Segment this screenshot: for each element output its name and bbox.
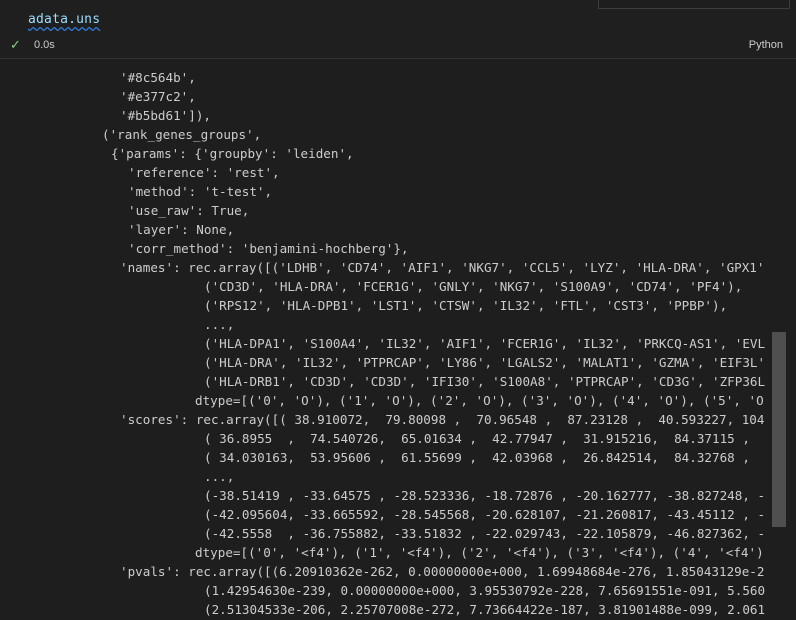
output-line: ('HLA-DPA1', 'S100A4', 'IL32', 'AIF1', '… [204, 336, 766, 351]
output-line: dtype=[('0', 'O'), ('1', 'O'), ('2', 'O'… [195, 393, 764, 408]
output-line: (-42.5558 , -36.755882, -33.51832 , -22.… [204, 526, 766, 541]
output-line: 'corr_method': 'benjamini-hochberg'}, [128, 241, 409, 256]
output-line: ..., [204, 317, 235, 332]
output-line: (-38.51419 , -33.64575 , -28.523336, -18… [204, 488, 766, 503]
output-line: ('CD3D', 'HLA-DRA', 'FCER1G', 'GNLY', 'N… [204, 279, 743, 294]
output-line: 'reference': 'rest', [128, 165, 280, 180]
output-line: ( 36.8955 , 74.540726, 65.01634 , 42.779… [204, 431, 750, 446]
cell-output[interactable]: '#8c564b', '#e377c2', '#b5bd61']), ('ran… [0, 66, 796, 620]
output-line: 'pvals': rec.array([(6.20910362e-262, 0.… [120, 564, 765, 579]
output-line: 'names': rec.array([('LDHB', 'CD74', 'AI… [120, 260, 765, 275]
output-line: ('HLA-DRB1', 'CD3D', 'CD3D', 'IFI30', 'S… [204, 374, 766, 389]
code-editor-line[interactable]: adata.uns [28, 12, 100, 27]
output-scrollbar[interactable] [772, 66, 786, 620]
check-icon: ✓ [10, 38, 21, 53]
output-line: {'params': {'groupby': 'leiden', [111, 146, 354, 161]
scrollbar-thumb[interactable] [772, 332, 786, 527]
execution-time: 0.0s [34, 39, 55, 51]
cell-status-bar: ✓ 0.0s Python [0, 34, 796, 59]
output-line: (2.51304533e-206, 2.25707008e-272, 7.736… [204, 602, 766, 617]
output-line: (1.42954630e-239, 0.00000000e+000, 3.955… [204, 583, 766, 598]
output-line: dtype=[('0', '<f4'), ('1', '<f4'), ('2',… [195, 545, 764, 560]
output-line: ('HLA-DRA', 'IL32', 'PTPRCAP', 'LY86', '… [204, 355, 766, 370]
output-line: '#e377c2', [120, 89, 196, 104]
output-line: ( 34.030163, 53.95606 , 61.55699 , 42.03… [204, 450, 750, 465]
output-line: (-42.095604, -33.665592, -28.545568, -20… [204, 507, 766, 522]
output-line: 'layer': None, [128, 222, 235, 237]
output-line: ('RPS12', 'HLA-DPB1', 'LST1', 'CTSW', 'I… [204, 298, 728, 313]
cell-toolbar [598, 0, 790, 9]
output-line: 'method': 't-test', [128, 184, 273, 199]
output-line: 'use_raw': True, [128, 203, 250, 218]
kernel-language[interactable]: Python [749, 39, 783, 51]
output-line: ('rank_genes_groups', [102, 127, 262, 142]
output-line: '#b5bd61']), [120, 108, 211, 123]
output-line: ..., [204, 469, 235, 484]
output-line: 'scores': rec.array([( 38.910072, 79.800… [120, 412, 765, 427]
output-line: '#8c564b', [120, 70, 196, 85]
